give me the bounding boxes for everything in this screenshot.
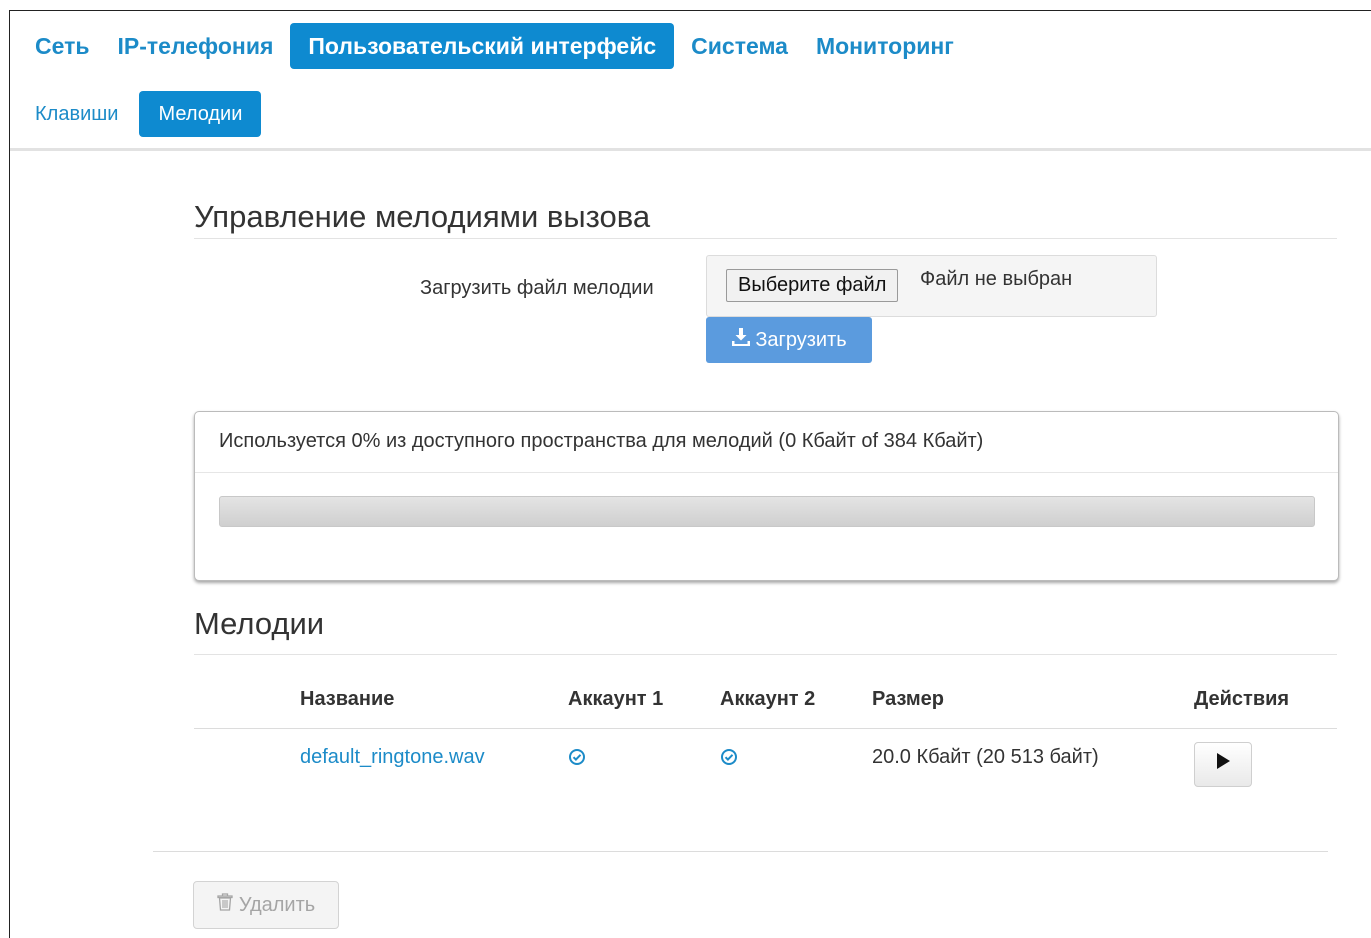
melodies-table: Название Аккаунт 1 Аккаунт 2 Размер Дейс… — [194, 671, 1337, 820]
header-name: Название — [300, 671, 568, 729]
management-title: Управление мелодиями вызова — [194, 199, 651, 234]
row-spacer — [194, 728, 300, 820]
management-divider — [194, 238, 1337, 239]
main-nav: Сеть IP-телефония Пользовательский интер… — [24, 23, 965, 69]
upload-label: Загрузить файл мелодии — [420, 277, 654, 299]
melodies-title: Мелодии — [194, 606, 325, 641]
play-icon — [1215, 752, 1231, 776]
main-window: Сеть IP-телефония Пользовательский интер… — [9, 10, 1371, 938]
delete-button-label: Удалить — [238, 893, 316, 916]
file-status: Файл не выбран — [920, 268, 1073, 290]
download-icon — [731, 327, 751, 353]
file-input[interactable]: Выберите файл Файл не выбран — [706, 255, 1157, 317]
melody-name-link[interactable]: default_ringtone.wav — [300, 746, 485, 768]
check-circle-icon — [720, 748, 738, 766]
header-spacer — [194, 671, 300, 729]
header-account2: Аккаунт 2 — [720, 671, 872, 729]
table-row: default_ringtone.wav 20.0 Кбайт (20 513 … — [194, 728, 1337, 820]
tab-monitoring[interactable]: Мониторинг — [805, 23, 965, 69]
account1-cell — [568, 728, 720, 820]
nav-divider — [10, 148, 1371, 151]
tab-system[interactable]: Система — [680, 23, 799, 69]
tab-network[interactable]: Сеть — [24, 23, 101, 69]
tab-user-interface[interactable]: Пользовательский интерфейс — [290, 23, 675, 69]
tab-melodies[interactable]: Мелодии — [139, 91, 262, 137]
footer-divider — [153, 851, 1328, 852]
delete-button[interactable]: Удалить — [193, 881, 339, 929]
header-size: Размер — [872, 671, 1194, 729]
table-header-row: Название Аккаунт 1 Аккаунт 2 Размер Дейс… — [194, 671, 1337, 729]
header-actions: Действия — [1194, 671, 1337, 729]
melodies-divider — [194, 654, 1337, 655]
sub-nav: Клавиши Мелодии — [24, 91, 262, 137]
account2-cell — [720, 728, 872, 820]
check-circle-icon — [568, 748, 586, 766]
header-account1: Аккаунт 1 — [568, 671, 720, 729]
usage-divider — [195, 472, 1338, 473]
size-cell: 20.0 Кбайт (20 513 байт) — [872, 745, 1099, 768]
usage-progress-bar — [219, 496, 1315, 527]
tab-keys[interactable]: Клавиши — [24, 91, 129, 137]
actions-cell — [1194, 728, 1337, 820]
choose-file-button[interactable]: Выберите файл — [726, 269, 899, 302]
usage-text: Используется 0% из доступного пространст… — [219, 430, 984, 452]
upload-button[interactable]: Загрузить — [706, 317, 872, 363]
usage-panel: Используется 0% из доступного пространст… — [194, 411, 1339, 581]
melody-name-cell: default_ringtone.wav — [300, 728, 568, 820]
play-button[interactable] — [1194, 741, 1252, 787]
trash-icon — [217, 893, 233, 917]
upload-button-label: Загрузить — [755, 328, 847, 351]
tab-ip-telephony[interactable]: IP-телефония — [107, 23, 285, 69]
